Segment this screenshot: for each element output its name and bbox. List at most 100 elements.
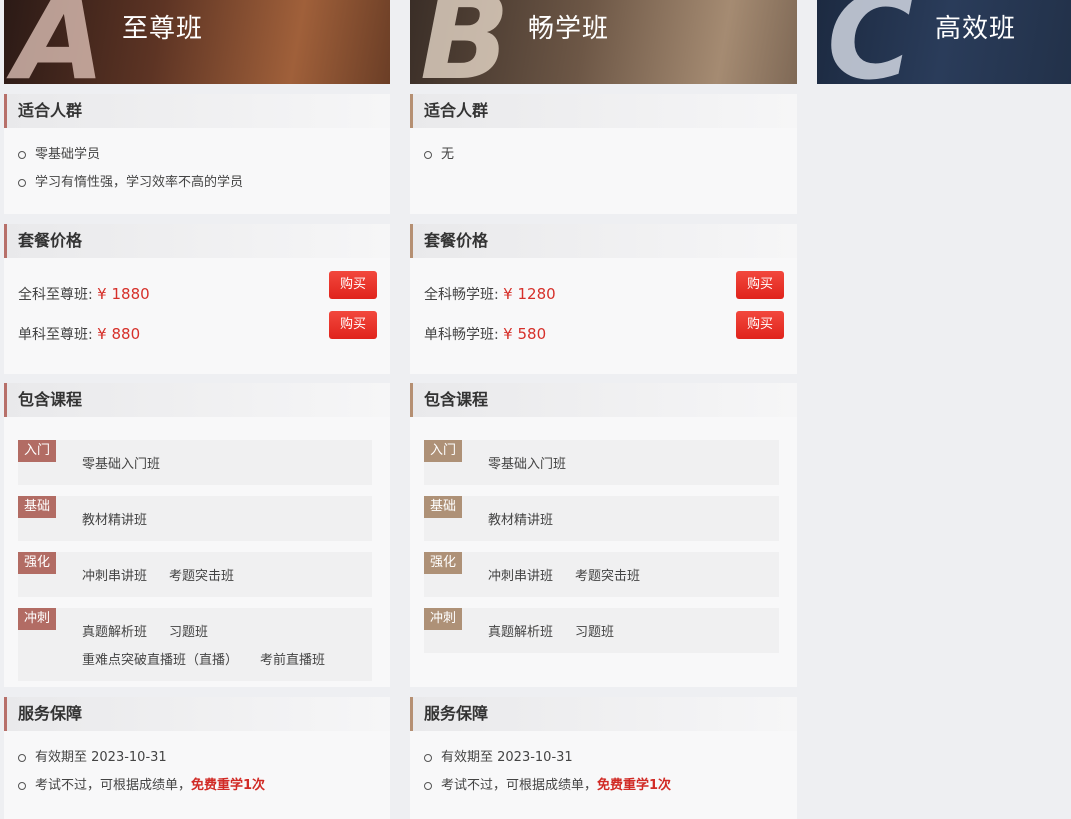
course-tag: 强化 xyxy=(18,552,56,574)
course-link[interactable]: 考题突击班 xyxy=(169,569,234,584)
course-row: 基础教材精讲班 xyxy=(424,496,779,541)
course-link[interactable]: 教材精讲班 xyxy=(488,513,553,528)
course-tag: 基础 xyxy=(18,496,56,518)
plan-name: 畅学班 xyxy=(528,14,610,44)
card-courses: 包含课程 入门 零基础入门班 基础 教材精讲班 强化 冲刺串讲班 考题突击班 冲刺 真题解析班 习题… xyxy=(410,383,797,687)
course-line: 教材精讲班 xyxy=(82,507,350,535)
price-amount: ¥ 580 xyxy=(503,325,547,343)
service-list: 有效期至 2023-10-31 考试不过，可根据成绩单，免费重学1次 xyxy=(410,731,797,800)
course-link[interactable]: 考前直播班 xyxy=(260,653,325,668)
course-link[interactable]: 零基础入门班 xyxy=(82,457,160,472)
course-link[interactable]: 重难点突破直播班（直播） xyxy=(82,653,238,668)
course-link[interactable]: 真题解析班 xyxy=(488,625,553,640)
buy-button[interactable]: 购买 xyxy=(736,311,784,339)
plan-letter: A xyxy=(14,0,106,84)
service-text: 考试不过，可根据成绩单， xyxy=(441,778,598,793)
service-item: 考试不过，可根据成绩单，免费重学1次 xyxy=(424,772,797,800)
price-label: 全科畅学班: ¥ 1280 xyxy=(424,284,556,304)
course-tag: 基础 xyxy=(424,496,462,518)
card-title: 服务保障 xyxy=(4,697,390,731)
course-row: 强化 冲刺串讲班 考题突击班 xyxy=(424,552,779,597)
plan-letter: C xyxy=(827,0,914,84)
price-name: 全科畅学班: xyxy=(424,287,504,303)
price-list: 全科至尊班: ¥ 1880 购买 单科至尊班: ¥ 880 购买 xyxy=(4,258,390,351)
course-tag: 冲刺 xyxy=(424,608,462,630)
course-names: 教材精讲班 xyxy=(18,496,372,541)
card-audience: 适合人群无 xyxy=(410,94,797,214)
course-row: 强化冲刺串讲班 考题突击班 xyxy=(18,552,372,597)
card-title: 包含课程 xyxy=(4,383,390,417)
course-list: 入门 零基础入门班 基础 教材精讲班 强化 冲刺串讲班 考题突击班 冲刺 真题解析班 习题班 xyxy=(410,417,797,653)
course-names: 真题解析班 习题班重难点突破直播班（直播） 考前直播班 xyxy=(18,608,372,681)
plan-letter: B xyxy=(420,0,510,84)
plan-name: 至尊班 xyxy=(122,14,204,44)
course-line: 重难点突破直播班（直播） 考前直播班 xyxy=(82,647,350,675)
price-label: 全科至尊班: ¥ 1880 xyxy=(18,284,150,304)
card-title: 套餐价格 xyxy=(410,224,797,258)
course-tag: 入门 xyxy=(424,440,462,462)
service-text: 有效期至 2023-10-31 xyxy=(441,750,573,765)
buy-button[interactable]: 购买 xyxy=(329,311,377,339)
card-title: 套餐价格 xyxy=(4,224,390,258)
course-row: 冲刺真题解析班 习题班重难点突破直播班（直播） 考前直播班 xyxy=(18,608,372,681)
audience-list: 无 xyxy=(410,128,797,169)
card-title: 适合人群 xyxy=(410,94,797,128)
price-name: 单科畅学班: xyxy=(424,327,504,343)
card-audience: 适合人群 零基础学员 学习有惰性强，学习效率不高的学员 xyxy=(4,94,390,214)
service-item: 考试不过，可根据成绩单，免费重学1次 xyxy=(18,772,390,800)
service-highlight: 免费重学1次 xyxy=(597,778,672,793)
service-item: 有效期至 2023-10-31 xyxy=(424,744,797,772)
price-row: 全科畅学班: ¥ 1280 购买 xyxy=(410,271,797,311)
price-amount: ¥ 1280 xyxy=(503,285,556,303)
course-names: 真题解析班 习题班 xyxy=(424,608,779,653)
course-line: 真题解析班 习题班 xyxy=(488,619,757,647)
plan-column-b: B 畅学班 适合人群无套餐价格 全科畅学班: ¥ 1280 购买 单科畅学班: ¥ 580… xyxy=(410,0,797,819)
buy-button[interactable]: 购买 xyxy=(736,271,784,299)
price-amount: ¥ 880 xyxy=(97,325,141,343)
card-service: 服务保障有效期至 2023-10-31 考试不过，可根据成绩单，免费重学1次 xyxy=(410,697,797,819)
service-list: 有效期至 2023-10-31 考试不过，可根据成绩单，免费重学1次 xyxy=(4,731,390,800)
card-price: 套餐价格 全科畅学班: ¥ 1280 购买 单科畅学班: ¥ 580 购买 xyxy=(410,224,797,374)
course-link[interactable]: 冲刺串讲班 xyxy=(488,569,553,584)
course-link[interactable]: 习题班 xyxy=(575,625,614,640)
course-row: 基础教材精讲班 xyxy=(18,496,372,541)
course-line: 真题解析班 习题班 xyxy=(82,619,350,647)
course-row: 入门零基础入门班 xyxy=(424,440,779,485)
plan-banner: B 畅学班 xyxy=(410,0,797,84)
plan-name: 高效班 xyxy=(935,14,1017,44)
course-list: 入门零基础入门班基础教材精讲班强化冲刺串讲班 考题突击班冲刺真题解析班 习题班重难点… xyxy=(4,417,390,681)
card-title: 适合人群 xyxy=(4,94,390,128)
audience-item: 无 xyxy=(424,141,797,169)
audience-item: 学习有惰性强，学习效率不高的学员 xyxy=(18,169,390,197)
course-link[interactable]: 真题解析班 xyxy=(82,625,147,640)
price-row: 全科至尊班: ¥ 1880 购买 xyxy=(4,271,390,311)
card-courses: 包含课程 入门 零基础入门班 基础 教材精讲班 强化 冲刺串讲班 考题突击班 冲刺 真题解析班 习题… xyxy=(4,383,390,687)
course-row: 冲刺真题解析班 习题班 xyxy=(424,608,779,653)
course-row: 入门零基础入门班 xyxy=(18,440,372,485)
course-tag: 冲刺 xyxy=(18,608,56,630)
course-link[interactable]: 习题班 xyxy=(169,625,208,640)
audience-item: 零基础学员 xyxy=(18,141,390,169)
course-line: 零基础入门班 xyxy=(82,451,350,479)
course-link[interactable]: 考题突击班 xyxy=(575,569,640,584)
service-text: 有效期至 2023-10-31 xyxy=(35,750,167,765)
service-text: 考试不过，可根据成绩单， xyxy=(35,778,192,793)
card-title: 服务保障 xyxy=(410,697,797,731)
course-line: 教材精讲班 xyxy=(488,507,757,535)
course-link[interactable]: 零基础入门班 xyxy=(488,457,566,472)
card-title: 包含课程 xyxy=(410,383,797,417)
audience-list: 零基础学员 学习有惰性强，学习效率不高的学员 xyxy=(4,128,390,197)
course-link[interactable]: 冲刺串讲班 xyxy=(82,569,147,584)
price-row: 单科畅学班: ¥ 580 购买 xyxy=(410,311,797,351)
plan-column-c: C高效班适合人群无套餐价格全科高效班: ¥ 680单科高效班: ¥ 299包含课… xyxy=(817,0,1071,84)
course-link[interactable]: 教材精讲班 xyxy=(82,513,147,528)
buy-button[interactable]: 购买 xyxy=(329,271,377,299)
course-line: 冲刺串讲班 考题突击班 xyxy=(82,563,350,591)
course-names: 零基础入门班 xyxy=(18,440,372,485)
course-tag: 入门 xyxy=(18,440,56,462)
service-item: 有效期至 2023-10-31 xyxy=(18,744,390,772)
card-service: 服务保障有效期至 2023-10-31 考试不过，可根据成绩单，免费重学1次 xyxy=(4,697,390,819)
price-label: 单科至尊班: ¥ 880 xyxy=(18,324,140,344)
price-label: 单科畅学班: ¥ 580 xyxy=(424,324,546,344)
service-highlight: 免费重学1次 xyxy=(191,778,266,793)
